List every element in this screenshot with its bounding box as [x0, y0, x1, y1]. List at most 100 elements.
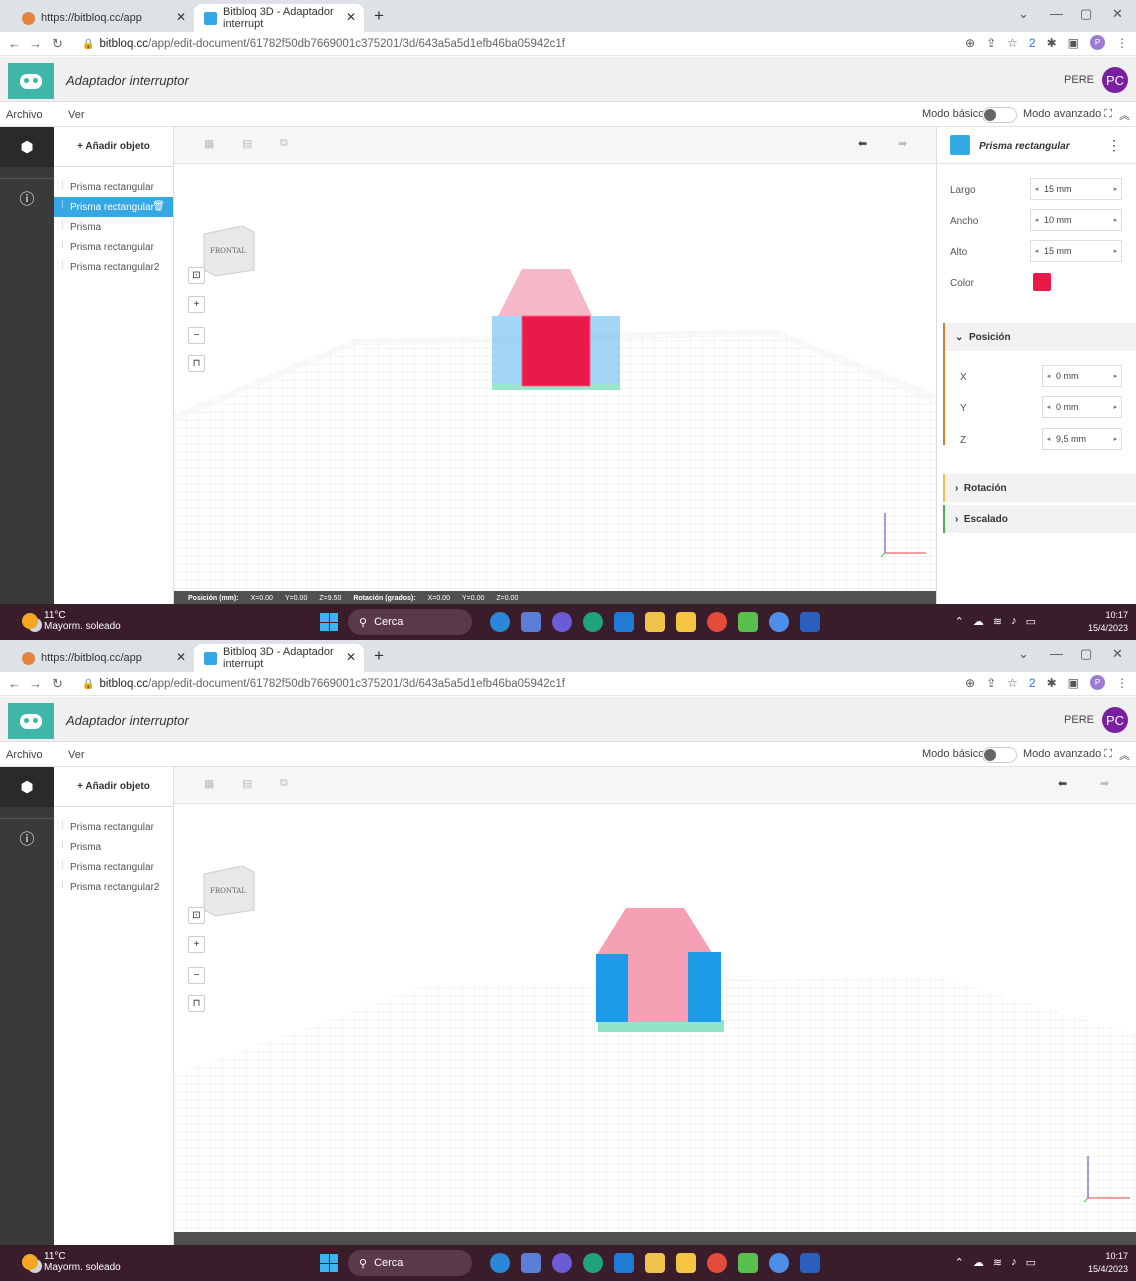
3d-scene[interactable]: FRONTAL ⊡ + − ⊓ [174, 164, 936, 604]
document-title[interactable]: Adaptador interruptor [66, 713, 189, 728]
list-item[interactable]: Prisma rectangular2 [54, 877, 173, 897]
bing-icon[interactable] [490, 612, 510, 632]
redo-icon[interactable]: ➡ [898, 137, 907, 150]
profile-icon[interactable]: P [1090, 35, 1105, 50]
3d-scene[interactable]: FRONTAL ⊡ + − ⊓ [174, 804, 1136, 1244]
perspective-icon[interactable]: ⊓ [188, 995, 205, 1012]
wifi-icon[interactable]: ≋ [993, 1256, 1002, 1269]
list-item[interactable]: Prisma rectangular [54, 857, 173, 877]
chevron-up-icon[interactable]: ⌃ [955, 1256, 964, 1269]
share-icon[interactable]: ⇪ [986, 676, 996, 690]
info-icon[interactable]: ⓘ [0, 178, 54, 218]
x-stepper[interactable]: ◂ 0 mm ▸ [1042, 365, 1122, 387]
file-explorer-icon[interactable] [676, 1253, 696, 1273]
kebab-menu-icon[interactable]: ⋮ [1116, 676, 1128, 690]
increment-icon[interactable]: ▸ [1110, 403, 1121, 411]
collapse-icon[interactable]: ︽ [1119, 747, 1130, 763]
new-tab-icon[interactable]: + [374, 6, 384, 26]
mail-icon[interactable] [614, 1253, 634, 1273]
kebab-menu-icon[interactable]: ⋮ [1116, 36, 1128, 50]
frontal-view-cube-icon[interactable]: FRONTAL [202, 866, 256, 916]
volume-icon[interactable]: ♪ [1011, 1256, 1017, 1269]
group-icon[interactable]: ⧉ [280, 777, 288, 790]
teams-icon[interactable] [552, 1253, 572, 1273]
windows-logo-icon[interactable] [320, 1254, 338, 1272]
close-window-icon[interactable]: ✕ [1112, 646, 1123, 662]
forward-icon[interactable]: → [29, 676, 42, 691]
close-tab-icon[interactable]: ✕ [176, 650, 186, 664]
volume-icon[interactable]: ♪ [1011, 615, 1017, 628]
increment-icon[interactable]: ▸ [1110, 247, 1121, 255]
store-icon[interactable] [645, 1253, 665, 1273]
list-item[interactable]: Prisma rectangular [54, 177, 173, 197]
close-tab-icon[interactable]: ✕ [346, 650, 356, 664]
clock[interactable]: 10:17 15/4/2023 [1088, 1250, 1128, 1276]
undo-icon[interactable]: ⬅ [858, 137, 867, 150]
taskbar-search[interactable]: ⚲ Cerca [348, 609, 472, 635]
restore-icon[interactable]: ▢ [1080, 646, 1092, 662]
decrement-icon[interactable]: ◂ [1031, 247, 1042, 255]
bing-icon[interactable] [490, 1253, 510, 1273]
collapse-icon[interactable]: ︽ [1119, 107, 1130, 123]
avatar[interactable]: PC [1102, 67, 1128, 93]
mail-icon[interactable] [614, 612, 634, 632]
increment-icon[interactable]: ▸ [1110, 435, 1121, 443]
z-value[interactable]: 9,5 mm [1054, 434, 1110, 444]
chrome-icon[interactable] [707, 1253, 727, 1273]
side-panel-icon[interactable]: ▣ [1068, 676, 1079, 690]
back-icon[interactable]: ← [8, 36, 21, 51]
menu-ver[interactable]: Ver [68, 109, 85, 121]
largo-stepper[interactable]: ◂ 15 mm ▸ [1030, 178, 1122, 200]
bitbloq-logo[interactable] [8, 63, 54, 99]
zoom-fit-icon[interactable]: ⊡ [188, 907, 205, 924]
alto-stepper[interactable]: ◂ 15 mm ▸ [1030, 240, 1122, 262]
paste-icon[interactable]: ▤ [242, 777, 252, 790]
zoom-out-icon[interactable]: − [188, 967, 205, 984]
teams-icon[interactable] [552, 612, 572, 632]
edge-icon[interactable] [583, 1253, 603, 1273]
store-icon[interactable] [645, 612, 665, 632]
clock[interactable]: 10:17 15/4/2023 [1088, 609, 1128, 635]
x-value[interactable]: 0 mm [1054, 371, 1110, 381]
copy-icon[interactable]: ▦ [204, 137, 214, 150]
reload-icon[interactable]: ↻ [52, 36, 63, 52]
menu-archivo[interactable]: Archivo [6, 749, 43, 761]
list-item[interactable]: Prisma rectangular [54, 237, 173, 257]
word-icon[interactable] [800, 1253, 820, 1273]
extension-badge-icon[interactable]: 2 [1029, 36, 1036, 50]
decrement-icon[interactable]: ◂ [1031, 216, 1042, 224]
browser-tab-1[interactable]: https://bitbloq.cc/app ✕ [12, 644, 194, 672]
side-panel-icon[interactable]: ▣ [1068, 36, 1079, 50]
bookmark-star-icon[interactable]: ☆ [1007, 36, 1018, 50]
add-object-button[interactable]: + Añadir objeto [54, 767, 173, 807]
minimize-icon[interactable]: — [1050, 646, 1063, 661]
ancho-stepper[interactable]: ◂ 10 mm ▸ [1030, 209, 1122, 231]
chrome-profile-icon[interactable] [769, 1253, 789, 1273]
largo-value[interactable]: 15 mm [1042, 184, 1110, 194]
copy-icon[interactable]: ▦ [204, 777, 214, 790]
increment-icon[interactable]: ▸ [1110, 216, 1121, 224]
back-icon[interactable]: ← [8, 676, 21, 691]
task-view-icon[interactable] [521, 1253, 541, 1273]
y-stepper[interactable]: ◂ 0 mm ▸ [1042, 396, 1122, 418]
chrome-icon[interactable] [707, 612, 727, 632]
windows-logo-icon[interactable] [320, 613, 338, 631]
zoom-icon[interactable]: ⊕ [965, 36, 975, 50]
group-icon[interactable]: ⧉ [280, 137, 288, 150]
weather-widget[interactable]: 11°C Mayorm. soleado [22, 610, 121, 632]
increment-icon[interactable]: ▸ [1110, 372, 1121, 380]
wifi-icon[interactable]: ≋ [993, 615, 1002, 628]
decrement-icon[interactable]: ◂ [1031, 185, 1042, 193]
position-section[interactable]: ⌄ Posición [943, 323, 1136, 351]
close-tab-icon[interactable]: ✕ [176, 10, 186, 24]
zoom-in-icon[interactable]: + [188, 296, 205, 313]
y-value[interactable]: 0 mm [1054, 402, 1110, 412]
calendar-icon[interactable] [738, 612, 758, 632]
rotation-section[interactable]: › Rotación [943, 474, 1136, 502]
battery-icon[interactable]: ▭ [1026, 615, 1036, 628]
reload-icon[interactable]: ↻ [52, 676, 63, 692]
trash-icon[interactable]: 🗑 [152, 201, 165, 212]
edge-icon[interactable] [583, 612, 603, 632]
calendar-icon[interactable] [738, 1253, 758, 1273]
bitbloq-logo[interactable] [8, 703, 54, 739]
